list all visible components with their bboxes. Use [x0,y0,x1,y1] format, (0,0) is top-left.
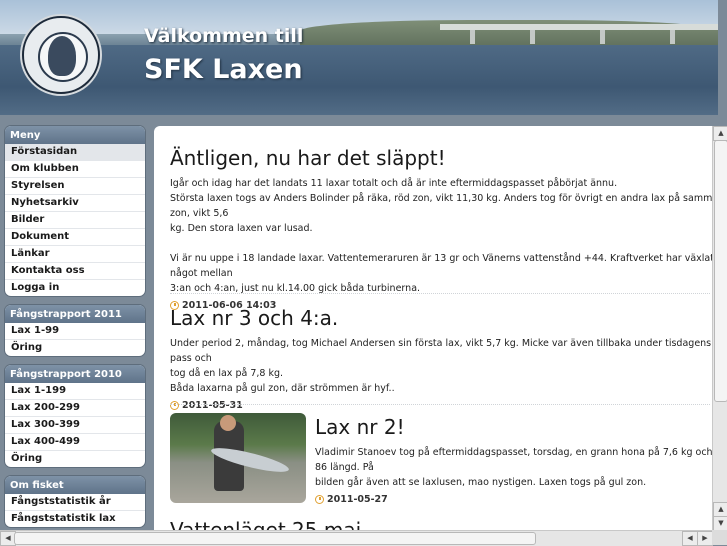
post-text: Igår och idag har det landats 11 laxar t… [170,178,618,189]
post-date-text: 2011-05-27 [327,494,388,505]
clock-icon [170,401,179,410]
main-content: Äntligen, nu har det släppt! Igår och id… [154,126,718,530]
banner-bridge [440,24,718,30]
sidebar-item-bilder[interactable]: Bilder [5,212,145,229]
post-text: tog då en lax på 7,8 kg. [170,368,283,379]
horizontal-scroll-thumb[interactable] [14,532,536,545]
fishing-title: Om fisket [5,476,145,494]
menu-box: Meny Förstasidan Om klubben Styrelsen Ny… [5,126,145,296]
clock-icon [315,495,324,504]
sidebar-item-om-klubben[interactable]: Om klubben [5,161,145,178]
fishing-box: Om fisket Fångststatistik år Fångststati… [5,476,145,527]
post-title[interactable]: Äntligen, nu har det släppt! [170,146,718,170]
horizontal-scrollbar[interactable]: ◀ ◀ ▶ [0,530,713,546]
sidebar-item-lax-1-199[interactable]: Lax 1-199 [5,383,145,400]
post-title[interactable]: Lax nr 2! [315,415,715,439]
welcome-text: Välkommen till [144,25,304,47]
logo-fish-icon [48,36,76,76]
post-date: 2011-05-27 [315,494,715,505]
sidebar-item-kontakta-oss[interactable]: Kontakta oss [5,263,145,280]
scroll-down-button[interactable]: ▼ [713,516,727,531]
post-text: Största laxen togs av Anders Bolinder på… [170,193,718,219]
scroll-right-button[interactable]: ▶ [697,531,713,546]
post-divider [170,404,710,405]
menu-title: Meny [5,126,145,144]
site-title: SFK Laxen [144,54,303,85]
vertical-scrollbar[interactable]: ▲ ▲ ▼ [712,126,727,531]
sidebar-item-logga-in[interactable]: Logga in [5,280,145,296]
report-2010-title: Fångstrapport 2010 [5,365,145,383]
vertical-scroll-thumb[interactable] [714,140,727,402]
post-title[interactable]: Lax nr 3 och 4:a. [170,306,718,330]
sidebar: Meny Förstasidan Om klubben Styrelsen Ny… [5,126,145,536]
scroll-up-button[interactable]: ▲ [713,126,727,141]
bridge-pillar [470,30,475,44]
report-2011-title: Fångstrapport 2011 [5,305,145,323]
report-2011-box: Fångstrapport 2011 Lax 1-99 Öring [5,305,145,356]
scroll-up-button-lower[interactable]: ▲ [713,502,727,517]
post-text: Under period 2, måndag, tog Michael Ande… [170,338,718,364]
post-text: Vladimir Stanoev tog på eftermiddagspass… [315,447,713,473]
sidebar-item-oring-2010[interactable]: Öring [5,451,145,467]
bridge-pillar [600,30,605,44]
club-logo[interactable] [22,16,100,94]
sidebar-item-lankar[interactable]: Länkar [5,246,145,263]
bridge-pillar [530,30,535,44]
header-banner: Välkommen till SFK Laxen [0,0,718,115]
post-photo[interactable] [170,413,306,503]
sidebar-item-styrelsen[interactable]: Styrelsen [5,178,145,195]
sidebar-item-forstasidan[interactable]: Förstasidan [5,144,145,161]
news-post: Lax nr 2! Vladimir Stanoev tog på efterm… [315,415,715,505]
post-divider [170,293,710,294]
post-text: kg. Den stora laxen var lusad. [170,223,313,234]
report-2010-box: Fångstrapport 2010 Lax 1-199 Lax 200-299… [5,365,145,467]
sidebar-item-lax-2011[interactable]: Lax 1-99 [5,323,145,340]
sidebar-item-lax-400-499[interactable]: Lax 400-499 [5,434,145,451]
post-text: Vi är nu uppe i 18 landade laxar. Vatten… [170,253,714,279]
banner-river [0,45,718,115]
news-post: Lax nr 3 och 4:a. Under period 2, måndag… [170,306,718,411]
post-spacer [170,236,718,251]
sidebar-item-fangststatistik-lax[interactable]: Fångststatistik lax [5,511,145,527]
news-post: Vattenläget 25 maj [170,518,718,530]
sidebar-item-nyhetsarkiv[interactable]: Nyhetsarkiv [5,195,145,212]
sidebar-item-dokument[interactable]: Dokument [5,229,145,246]
sidebar-item-oring-2011[interactable]: Öring [5,340,145,356]
sidebar-item-lax-200-299[interactable]: Lax 200-299 [5,400,145,417]
post-text: bilden går även att se laxlusen, mao nys… [315,477,647,488]
news-post: Äntligen, nu har det släppt! Igår och id… [170,146,718,311]
photo-angler-head [220,415,236,431]
scroll-left-button-lower[interactable]: ◀ [682,531,698,546]
scrollbar-corner [712,530,727,545]
bridge-pillar [670,30,675,44]
post-date: 2011-05-31 [170,400,718,411]
sidebar-item-lax-300-399[interactable]: Lax 300-399 [5,417,145,434]
sidebar-item-fangststatistik-ar[interactable]: Fångststatistik år [5,494,145,511]
post-title[interactable]: Vattenläget 25 maj [170,518,718,530]
post-text: Båda laxarna på gul zon, där strömmen är… [170,383,395,394]
post-date-text: 2011-05-31 [182,400,243,411]
